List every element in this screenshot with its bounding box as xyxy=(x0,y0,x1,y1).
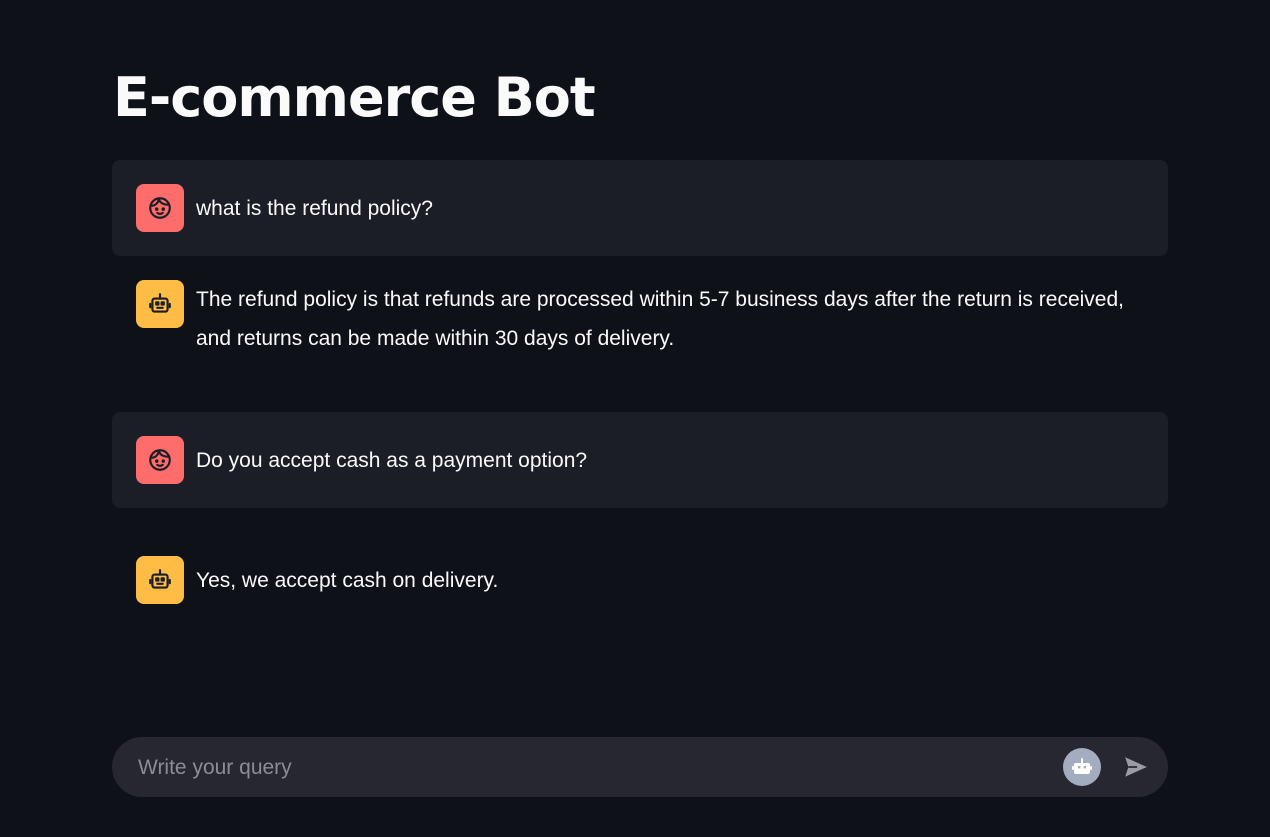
assistant-avatar xyxy=(136,556,184,604)
chat-message-text: Yes, we accept cash on delivery. xyxy=(196,569,499,592)
robot-icon xyxy=(149,569,171,589)
chat-messages: what is the refund policy? The refund po… xyxy=(112,160,1168,604)
chat-message-text: The refund policy is that refunds are pr… xyxy=(196,288,1124,350)
bot-avatar-button[interactable] xyxy=(1063,748,1101,786)
robot-icon xyxy=(149,293,171,313)
page-title: E-commerce Bot xyxy=(113,66,596,129)
query-input[interactable] xyxy=(136,737,1040,799)
assistant-avatar xyxy=(136,280,184,328)
chat-message-text: what is the refund policy? xyxy=(196,197,433,220)
chat-message-text: Do you accept cash as a payment option? xyxy=(196,449,588,472)
user-face-icon xyxy=(149,449,171,471)
send-button[interactable] xyxy=(1120,752,1152,782)
chat-message-assistant: Yes, we accept cash on delivery. xyxy=(112,556,1168,604)
user-avatar xyxy=(136,436,184,484)
chat-message-user: Do you accept cash as a payment option? xyxy=(112,412,1168,508)
user-avatar xyxy=(136,184,184,232)
user-face-icon xyxy=(149,197,171,219)
app-page: E-commerce Bot what is the refund policy… xyxy=(0,0,1270,837)
chat-input-bar xyxy=(112,737,1168,799)
send-icon xyxy=(1125,757,1147,777)
chat-message-user: what is the refund policy? xyxy=(112,160,1168,256)
chat-message-assistant: The refund policy is that refunds are pr… xyxy=(112,280,1168,358)
robot-icon xyxy=(1072,758,1092,774)
